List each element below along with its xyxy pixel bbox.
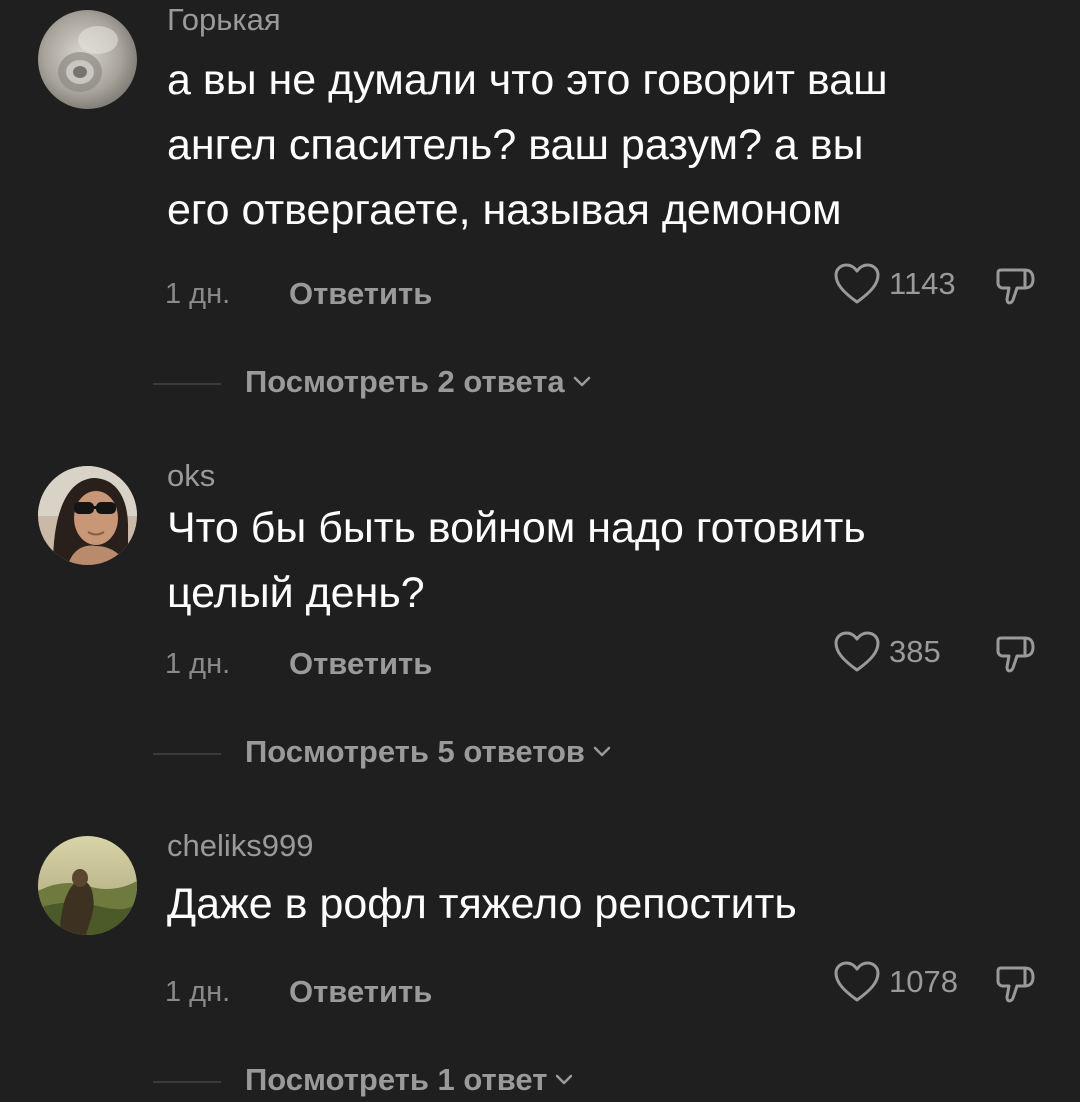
like-count: 1078: [889, 964, 958, 999]
heart-outline-icon: [834, 961, 880, 1002]
view-replies-button[interactable]: Посмотреть 2 ответа: [245, 364, 591, 400]
thumbs-down-outline-icon: [996, 636, 1035, 673]
seashell-avatar-icon: [38, 10, 137, 109]
comment-text: Даже в рофл тяжело репостить: [167, 872, 797, 937]
dislike-button[interactable]: [995, 630, 1041, 676]
view-replies-button[interactable]: Посмотреть 1 ответ: [245, 1062, 573, 1098]
like-count: 385: [889, 634, 941, 669]
comment-text-line: Даже в рофл тяжело репостить: [167, 880, 797, 928]
user-avatar[interactable]: [38, 10, 137, 109]
reply-button[interactable]: Ответить: [289, 646, 432, 682]
landscape-figure-avatar-icon: [38, 836, 137, 935]
woman-sunglasses-avatar-icon: [38, 466, 137, 565]
view-replies-label: Посмотреть 5 ответов: [245, 734, 585, 769]
thumbs-down-outline-icon: [996, 966, 1035, 1003]
comment-timestamp: 1 дн.: [165, 976, 231, 1008]
like-button[interactable]: 1078: [833, 960, 958, 1004]
comment-text-line: а вы не думали что это говорит ваш: [167, 56, 888, 104]
comment-text-line: ангел спаситель? ваш разум? а вы: [167, 121, 864, 169]
like-button[interactable]: 1143: [833, 262, 956, 306]
dislike-button[interactable]: [995, 262, 1041, 308]
divider: [153, 1081, 221, 1083]
thumbs-down-outline-icon: [996, 268, 1035, 305]
comment-username[interactable]: oks: [167, 458, 215, 494]
like-button[interactable]: 385: [833, 630, 941, 674]
comment-text: Что бы быть войном надо готовить целый д…: [167, 496, 866, 626]
user-avatar[interactable]: [38, 466, 137, 565]
comment-text-line: его отвергаете, называя демоном: [167, 186, 842, 234]
reply-button[interactable]: Ответить: [289, 974, 432, 1010]
comment-timestamp: 1 дн.: [165, 648, 231, 680]
view-replies-row: Посмотреть 1 ответ: [0, 1062, 1080, 1102]
user-avatar[interactable]: [38, 836, 137, 935]
view-replies-row: Посмотреть 5 ответов: [0, 734, 1080, 774]
chevron-down-icon: [593, 746, 611, 757]
chevron-down-icon: [573, 376, 590, 387]
view-replies-row: Посмотреть 2 ответа: [0, 364, 1080, 404]
comment-timestamp: 1 дн.: [165, 278, 231, 310]
comment-text-line: целый день?: [167, 569, 425, 617]
view-replies-label: Посмотреть 2 ответа: [245, 364, 565, 399]
view-replies-label: Посмотреть 1 ответ: [245, 1062, 548, 1097]
comment-username[interactable]: cheliks999: [167, 828, 313, 864]
heart-outline-icon: [834, 263, 880, 304]
divider: [153, 383, 221, 385]
heart-outline-icon: [834, 631, 880, 672]
like-count: 1143: [889, 266, 956, 301]
comment-username[interactable]: Горькая: [167, 2, 281, 38]
comment-text: а вы не думали что это говорит ваш ангел…: [167, 48, 888, 243]
comment-text-line: Что бы быть войном надо готовить: [167, 504, 866, 552]
dislike-button[interactable]: [995, 960, 1041, 1006]
reply-button[interactable]: Ответить: [289, 276, 432, 312]
divider: [153, 753, 221, 755]
view-replies-button[interactable]: Посмотреть 5 ответов: [245, 734, 611, 770]
chevron-down-icon: [556, 1074, 573, 1085]
